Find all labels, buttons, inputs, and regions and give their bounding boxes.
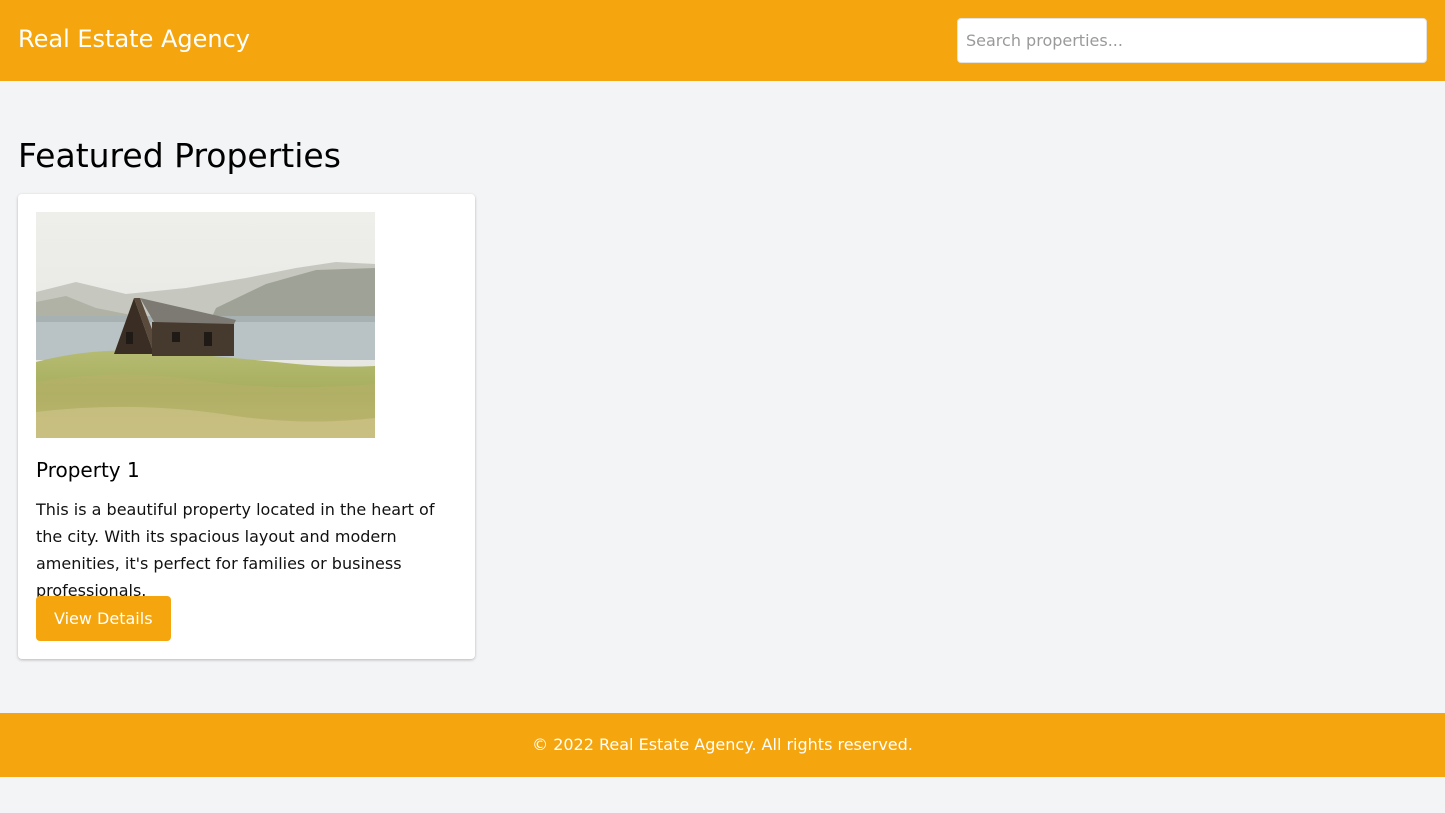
footer-copyright: © 2022 Real Estate Agency. All rights re… — [532, 735, 913, 754]
search-input[interactable] — [957, 18, 1427, 63]
property-description: This is a beautiful property located in … — [36, 500, 435, 600]
brand-title[interactable]: Real Estate Agency — [18, 22, 250, 56]
view-details-button[interactable]: View Details — [36, 596, 171, 641]
property-card: Property 1 This is a beautiful property … — [18, 194, 475, 659]
site-header: Real Estate Agency — [0, 0, 1445, 81]
property-image — [36, 212, 375, 438]
site-footer: © 2022 Real Estate Agency. All rights re… — [0, 713, 1445, 777]
property-title: Property 1 — [36, 458, 140, 482]
section-title: Featured Properties — [18, 136, 341, 175]
